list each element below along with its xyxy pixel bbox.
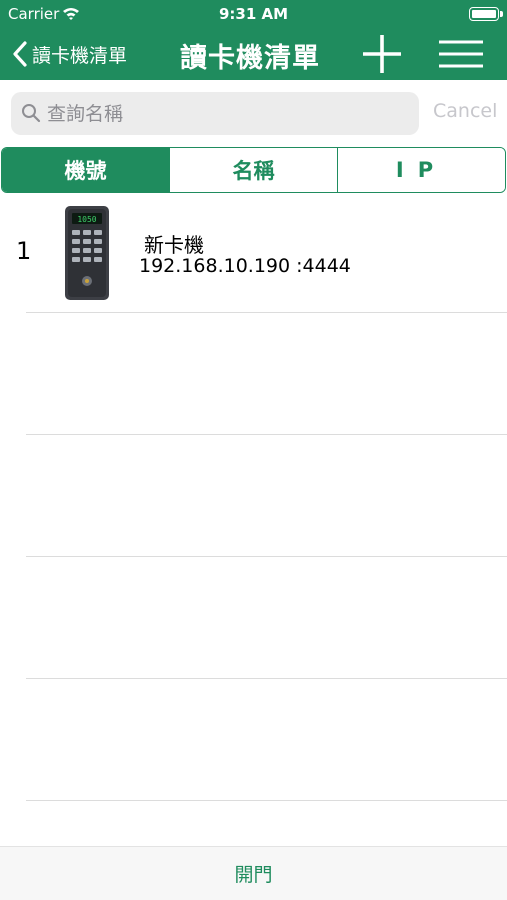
device-ip-address: 192.168.10.190 :4444 xyxy=(139,255,351,277)
search-icon xyxy=(22,104,41,123)
device-number: 1 xyxy=(16,237,32,265)
chevron-left-icon xyxy=(13,41,27,67)
back-label: 讀卡機清單 xyxy=(32,44,128,67)
nav-bar: 讀卡機清單 讀卡機清單 xyxy=(0,28,507,80)
page-title: 讀卡機清單 xyxy=(180,43,320,74)
device-name: 新卡機 xyxy=(144,233,204,257)
empty-row xyxy=(0,557,507,679)
add-icon[interactable] xyxy=(360,32,404,76)
menu-icon[interactable] xyxy=(436,36,486,72)
device-list: 1 1050 新卡機 192.168.10.190 :4444 xyxy=(0,193,507,801)
sort-segmented-control: 機號 名稱 IP xyxy=(1,147,506,193)
open-door-button[interactable]: 開門 xyxy=(234,860,272,887)
svg-text:1050: 1050 xyxy=(77,215,96,224)
empty-row xyxy=(0,679,507,801)
empty-row xyxy=(0,313,507,435)
row-separator xyxy=(26,800,507,801)
list-item[interactable]: 1 1050 新卡機 192.168.10.190 :4444 xyxy=(0,193,507,313)
segment-name[interactable]: 名稱 xyxy=(169,148,337,192)
search-field[interactable] xyxy=(11,92,419,135)
segment-number[interactable]: 機號 xyxy=(2,148,169,192)
status-time: 9:31 AM xyxy=(218,5,289,23)
battery-icon xyxy=(469,7,499,21)
bottom-toolbar: 開門 xyxy=(0,846,507,900)
back-button[interactable]: 讀卡機清單 xyxy=(12,38,127,70)
segment-ip[interactable]: IP xyxy=(337,148,505,192)
cancel-button[interactable]: Cancel xyxy=(433,100,497,122)
status-bar: Carrier 9:31 AM xyxy=(0,0,507,28)
empty-row xyxy=(0,435,507,557)
search-input[interactable] xyxy=(47,92,407,135)
card-reader-image: 1050 xyxy=(65,206,109,300)
battery-tip xyxy=(500,11,503,17)
